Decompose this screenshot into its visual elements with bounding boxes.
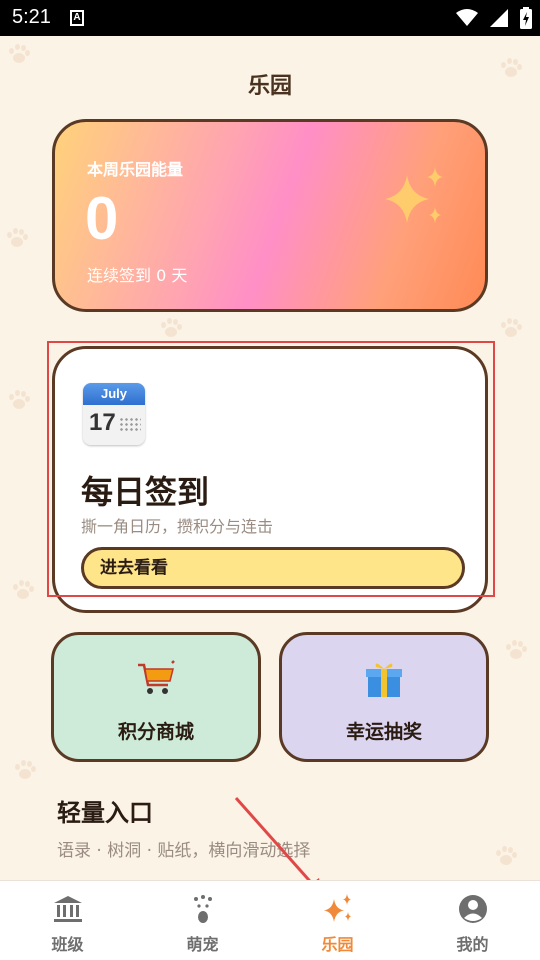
points-shop-label: 积分商城 xyxy=(117,721,194,743)
energy-card: 本周乐园能量 0 连续签到 0 天 xyxy=(52,119,488,312)
paw-decoration-icon xyxy=(12,580,34,602)
paw-icon xyxy=(193,895,212,923)
nav-item-class[interactable]: 班级 xyxy=(0,881,135,960)
lucky-draw-label: 幸运抽奖 xyxy=(345,721,422,743)
paw-decoration-icon xyxy=(8,390,30,412)
paw-decoration-icon xyxy=(495,846,517,868)
nav-item-pets[interactable]: 萌宠 xyxy=(135,881,270,960)
nav-label: 班级 xyxy=(51,935,84,954)
nav-item-park[interactable]: 乐园 xyxy=(270,881,405,960)
nav-item-profile[interactable]: 我的 xyxy=(405,881,540,960)
wifi-icon xyxy=(456,9,478,26)
status-time: 5:21 xyxy=(12,6,51,28)
nav-label: 乐园 xyxy=(321,935,354,954)
gift-icon xyxy=(366,663,402,697)
lucky-draw-card[interactable]: 幸运抽奖 xyxy=(279,632,489,762)
bank-icon xyxy=(53,896,82,922)
energy-label: 本周乐园能量 xyxy=(87,160,184,179)
light-entry-title: 轻量入口 xyxy=(57,799,153,827)
paw-decoration-icon xyxy=(505,640,527,662)
paw-decoration-icon xyxy=(14,760,36,782)
notification-icon: A xyxy=(70,10,84,26)
highlight-box xyxy=(47,341,495,597)
status-bar: 5:21 A xyxy=(0,0,540,36)
status-icons xyxy=(456,7,532,29)
paw-decoration-icon xyxy=(6,228,28,250)
signal-icon xyxy=(490,9,508,27)
paw-decoration-icon xyxy=(160,318,182,340)
bottom-navigation: 班级 萌宠 乐园 我的 xyxy=(0,880,540,960)
nav-label: 我的 xyxy=(456,935,489,954)
sparkles-icon xyxy=(385,167,443,223)
points-shop-card[interactable]: 积分商城 xyxy=(51,632,261,762)
paw-decoration-icon xyxy=(500,318,522,340)
profile-icon xyxy=(458,895,487,923)
energy-value: 0 xyxy=(85,185,119,252)
nav-label: 萌宠 xyxy=(186,935,219,954)
streak-text: 连续签到 0 天 xyxy=(87,266,188,285)
shopping-cart-icon xyxy=(138,660,175,694)
battery-icon xyxy=(520,7,532,29)
sparkles-icon xyxy=(323,894,351,922)
page-title: 乐园 xyxy=(247,74,292,99)
paw-decoration-icon xyxy=(8,44,30,66)
